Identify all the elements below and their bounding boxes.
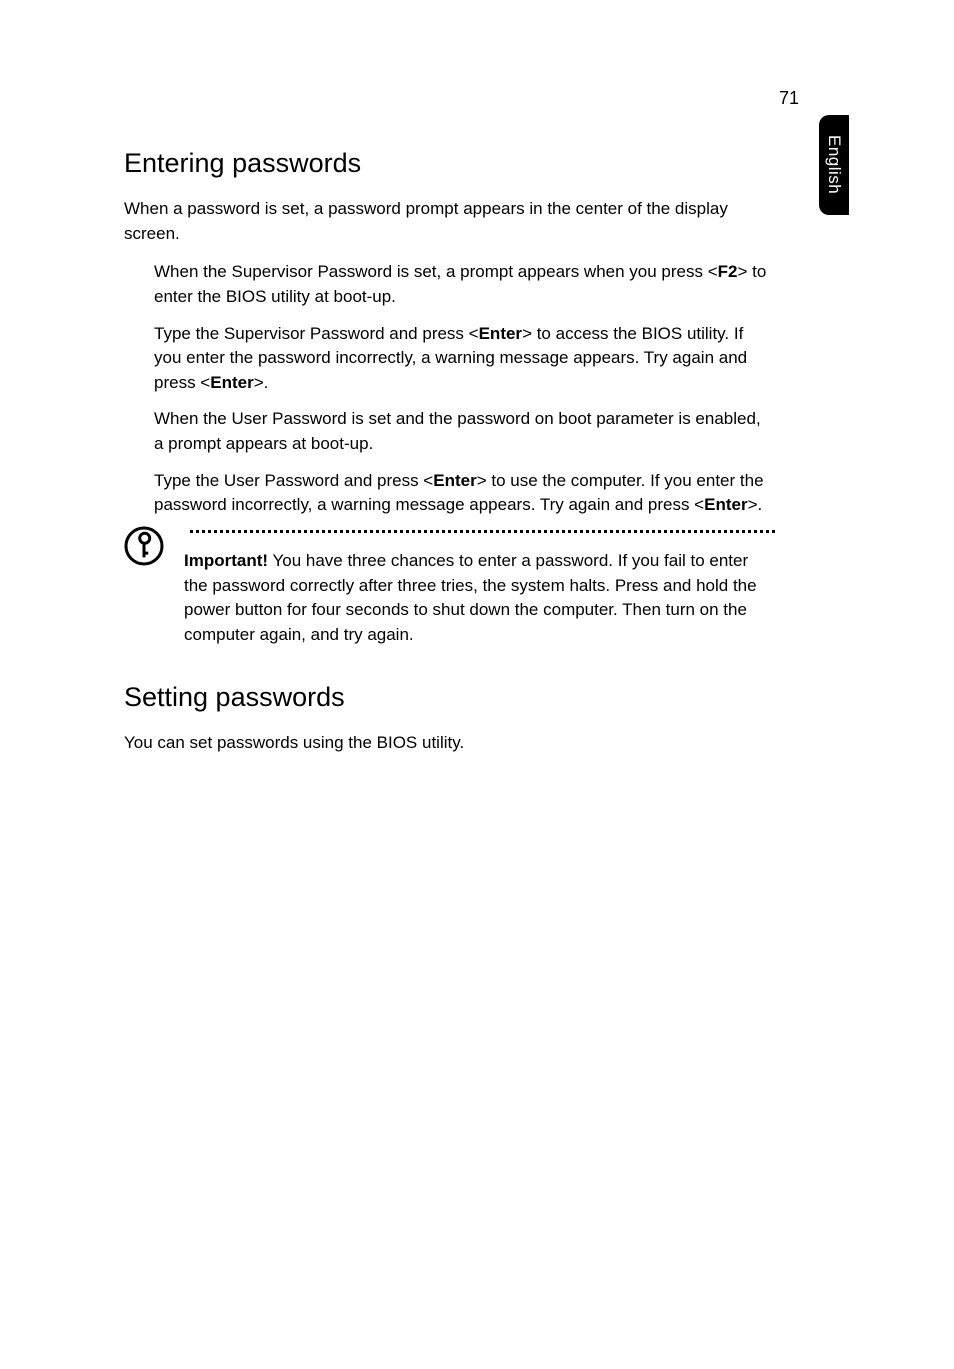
heading-entering-passwords: Entering passwords (124, 148, 769, 179)
bullet-text: Type the User Password and press < (154, 471, 433, 490)
bullet-text: >. (254, 373, 269, 392)
key-f2: F2 (718, 262, 738, 281)
key-icon (124, 526, 164, 566)
bullet-text: Type the Supervisor Password and press < (154, 324, 479, 343)
bullet-item: When the Supervisor Password is set, a p… (154, 260, 769, 309)
heading-setting-passwords: Setting passwords (124, 682, 769, 713)
key-enter: Enter (433, 471, 476, 490)
intro-paragraph-1: When a password is set, a password promp… (124, 197, 769, 246)
language-tab: English (819, 115, 849, 215)
language-tab-label: English (824, 135, 844, 194)
note-body: You have three chances to enter a passwo… (184, 551, 757, 644)
note-label: Important! (184, 551, 268, 570)
section-setting-passwords: Setting passwords You can set passwords … (124, 682, 769, 756)
key-enter: Enter (210, 373, 253, 392)
bullet-item: When the User Password is set and the pa… (154, 407, 769, 456)
bullet-text: >. (748, 495, 763, 514)
page-content: Entering passwords When a password is se… (124, 148, 769, 769)
bullet-list: When the Supervisor Password is set, a p… (154, 260, 769, 518)
note-text: Important! You have three chances to ent… (184, 549, 769, 648)
divider (190, 530, 775, 533)
page-number: 71 (779, 88, 799, 109)
key-enter: Enter (704, 495, 747, 514)
intro-paragraph-2: You can set passwords using the BIOS uti… (124, 731, 769, 756)
bullet-item: Type the User Password and press <Enter>… (154, 469, 769, 518)
important-note: Important! You have three chances to ent… (124, 530, 769, 648)
key-enter: Enter (479, 324, 522, 343)
bullet-text: When the Supervisor Password is set, a p… (154, 262, 718, 281)
bullet-item: Type the Supervisor Password and press <… (154, 322, 769, 396)
